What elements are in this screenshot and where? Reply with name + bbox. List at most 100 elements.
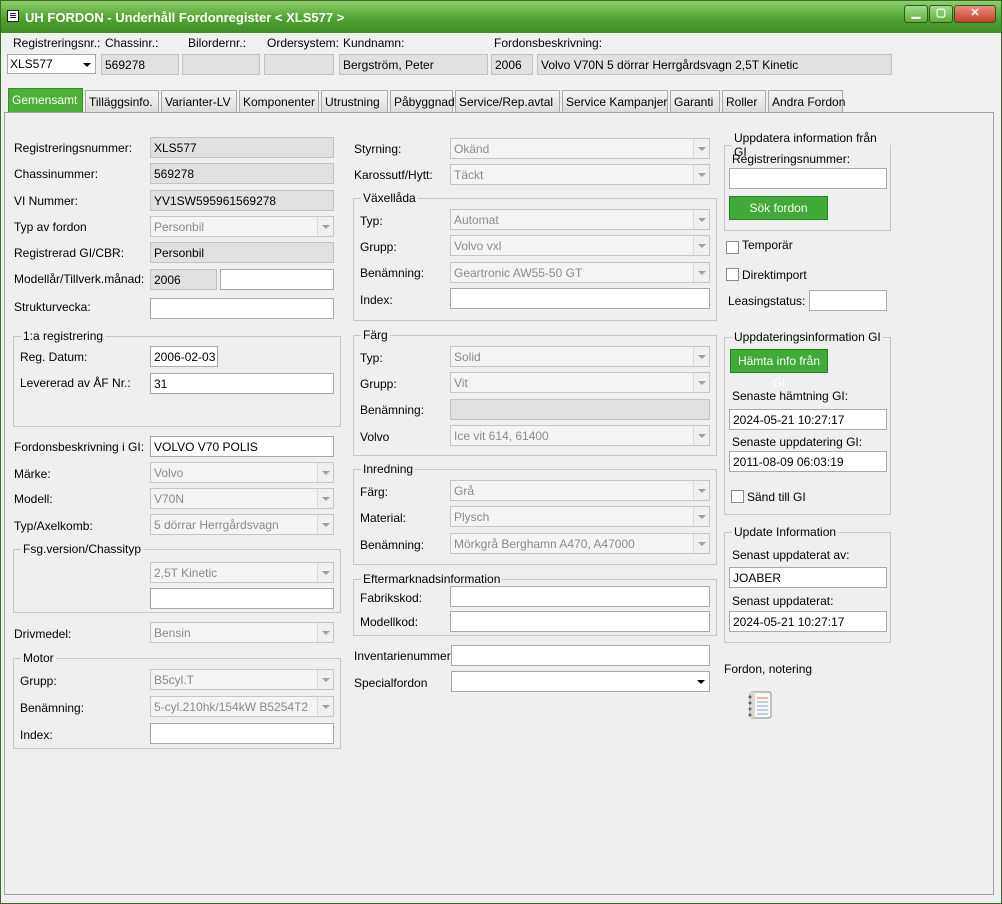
- tab-komponenter[interactable]: Komponenter: [239, 90, 319, 112]
- struct-label: Strukturvecka:: [14, 300, 91, 314]
- last-update-field[interactable]: 2011-08-09 06:03:19: [729, 451, 887, 472]
- reg-date-field[interactable]: 2006-02-03: [150, 346, 218, 367]
- interior-color-label: Färg:: [360, 485, 389, 499]
- fsg-select[interactable]: 2,5T Kinetic: [150, 562, 334, 583]
- gearbox-name-label: Benämning:: [360, 266, 425, 280]
- fsg-field[interactable]: [150, 588, 334, 609]
- color-name-field[interactable]: [450, 399, 710, 420]
- fetch-gi-button[interactable]: Hämta info från GI: [730, 349, 828, 390]
- gearbox-type-select[interactable]: Automat: [450, 209, 710, 230]
- chevron-down-icon: [317, 697, 333, 716]
- inventory-field[interactable]: [451, 645, 710, 666]
- aftermarket-legend: Eftermarknadsinformation: [363, 572, 501, 586]
- struct-field[interactable]: [150, 298, 334, 319]
- brand-select[interactable]: Volvo: [150, 462, 334, 483]
- leasing-field[interactable]: [809, 290, 887, 311]
- update-gi-reg-field[interactable]: [729, 168, 887, 189]
- left-reg-field[interactable]: XLS577: [150, 137, 334, 158]
- updated-by-field[interactable]: JOABER: [729, 567, 887, 588]
- gearbox-name-value: Geartronic AW55-50 GT: [454, 266, 583, 280]
- color-group-select[interactable]: Vit: [450, 372, 710, 393]
- body-select[interactable]: Täckt: [450, 164, 710, 185]
- color-group-value: Vit: [454, 376, 468, 390]
- notebook-icon[interactable]: [747, 691, 774, 720]
- delivered-field[interactable]: 31: [150, 373, 334, 394]
- desc-year-field[interactable]: 2006: [491, 54, 533, 75]
- search-vehicle-button[interactable]: Sök fordon: [729, 196, 828, 220]
- reg-label: Registreringsnr.:: [13, 36, 101, 50]
- tab-tillaggsinfo[interactable]: Tilläggsinfo.: [85, 90, 159, 112]
- regtype-field[interactable]: Personbil: [150, 242, 334, 263]
- bilorder-field[interactable]: [182, 54, 260, 75]
- chassis-field[interactable]: 569278: [101, 54, 179, 75]
- gearbox-name-select[interactable]: Geartronic AW55-50 GT: [450, 262, 710, 283]
- interior-material-label: Material:: [360, 511, 407, 525]
- color-volvo-select[interactable]: Ice vit 614, 61400: [450, 425, 710, 446]
- last-update-label: Senaste uppdatering GI:: [732, 435, 863, 449]
- gearbox-group-select[interactable]: Volvo vxl: [450, 235, 710, 256]
- tab-pabyggnad[interactable]: Påbyggnad: [390, 90, 455, 112]
- chevron-down-icon: [317, 563, 333, 582]
- steering-select[interactable]: Okänd: [450, 138, 710, 159]
- tab-service-kampanjer[interactable]: Service Kampanjer: [562, 90, 668, 112]
- tab-service-rep[interactable]: Service/Rep.avtal: [455, 90, 560, 112]
- fuel-select[interactable]: Bensin: [150, 622, 334, 643]
- motor-index-field[interactable]: [150, 723, 334, 744]
- fsg-legend: Fsg.version/Chassityp: [23, 542, 142, 556]
- special-select[interactable]: [451, 671, 710, 692]
- modell-select[interactable]: V70N: [150, 488, 334, 509]
- desc-field[interactable]: Volvo V70N 5 dörrar Herrgårdsvagn 2,5T K…: [537, 54, 892, 75]
- tab-andra-fordon[interactable]: Andra Fordon: [768, 90, 845, 112]
- gearbox-index-field[interactable]: [450, 288, 710, 309]
- send-to-gi-checkbox[interactable]: [731, 490, 744, 503]
- model-year-field[interactable]: 2006: [150, 269, 217, 290]
- gearbox-group-value: Volvo vxl: [454, 239, 502, 253]
- last-fetch-field[interactable]: 2024-05-21 10:27:17: [729, 409, 887, 430]
- tab-gemensamt[interactable]: Gemensamt: [8, 88, 83, 112]
- axle-select[interactable]: 5 dörrar Herrgårdsvagn: [150, 514, 334, 535]
- motor-name-label: Benämning:: [20, 701, 85, 715]
- motor-name-select[interactable]: 5-cyl.210hk/154kW B5254T2: [150, 696, 334, 717]
- color-type-select[interactable]: Solid: [450, 346, 710, 367]
- motor-group-select[interactable]: B5cyl.T: [150, 669, 334, 690]
- reg-date-label: Reg. Datum:: [20, 350, 88, 364]
- body-value: Täckt: [454, 168, 484, 182]
- close-button[interactable]: ✕: [954, 5, 996, 23]
- vehicle-type-select[interactable]: Personbil: [150, 216, 334, 237]
- temporary-checkbox[interactable]: [726, 241, 739, 254]
- tab-varianter[interactable]: Varianter-LV: [161, 90, 237, 112]
- minimize-button[interactable]: ▁: [904, 5, 928, 23]
- kundnamn-field[interactable]: Bergström, Peter: [339, 54, 488, 75]
- reg-select[interactable]: XLS577: [7, 54, 96, 74]
- tab-roller[interactable]: Roller: [722, 90, 766, 112]
- interior-color-select[interactable]: Grå: [450, 480, 710, 501]
- left-reg-label: Registreringsnummer:: [14, 141, 133, 155]
- color-volvo-value: Ice vit 614, 61400: [454, 429, 549, 443]
- updated-field[interactable]: 2024-05-21 10:27:17: [729, 611, 887, 632]
- manuf-month-field[interactable]: [220, 269, 334, 290]
- ordersystem-field[interactable]: [264, 54, 334, 75]
- temporary-label: Temporär: [742, 238, 793, 252]
- interior-material-select[interactable]: Plysch: [450, 506, 710, 527]
- interior-legend: Inredning: [363, 462, 414, 476]
- gi-desc-field[interactable]: VOLVO V70 POLIS: [150, 436, 334, 457]
- interior-name-select[interactable]: Mörkgrå Berghamn A470, A47000: [450, 533, 710, 554]
- tab-garanti[interactable]: Garanti: [670, 90, 720, 112]
- vehicle-type-label: Typ av fordon: [14, 220, 87, 234]
- updated-label: Senast uppdaterat:: [732, 594, 834, 608]
- chassis-label: Chassinr.:: [105, 36, 159, 50]
- direct-import-checkbox[interactable]: [726, 268, 739, 281]
- model-code-field[interactable]: [450, 611, 710, 632]
- factory-code-field[interactable]: [450, 586, 710, 607]
- gearbox-group-label: Grupp:: [360, 240, 397, 254]
- chevron-down-icon: [317, 670, 333, 689]
- gearbox-index-label: Index:: [360, 293, 393, 307]
- maximize-button[interactable]: ▢: [929, 5, 953, 23]
- gearbox-type-label: Typ:: [360, 214, 383, 228]
- left-chassis-label: Chassinummer:: [14, 167, 99, 181]
- gearbox-type-value: Automat: [454, 213, 499, 227]
- tab-utrustning[interactable]: Utrustning: [321, 90, 388, 112]
- left-chassis-field[interactable]: 569278: [150, 163, 334, 184]
- last-fetch-label: Senaste hämtning GI:: [732, 389, 849, 403]
- vin-field[interactable]: YV1SW595961569278: [150, 190, 334, 211]
